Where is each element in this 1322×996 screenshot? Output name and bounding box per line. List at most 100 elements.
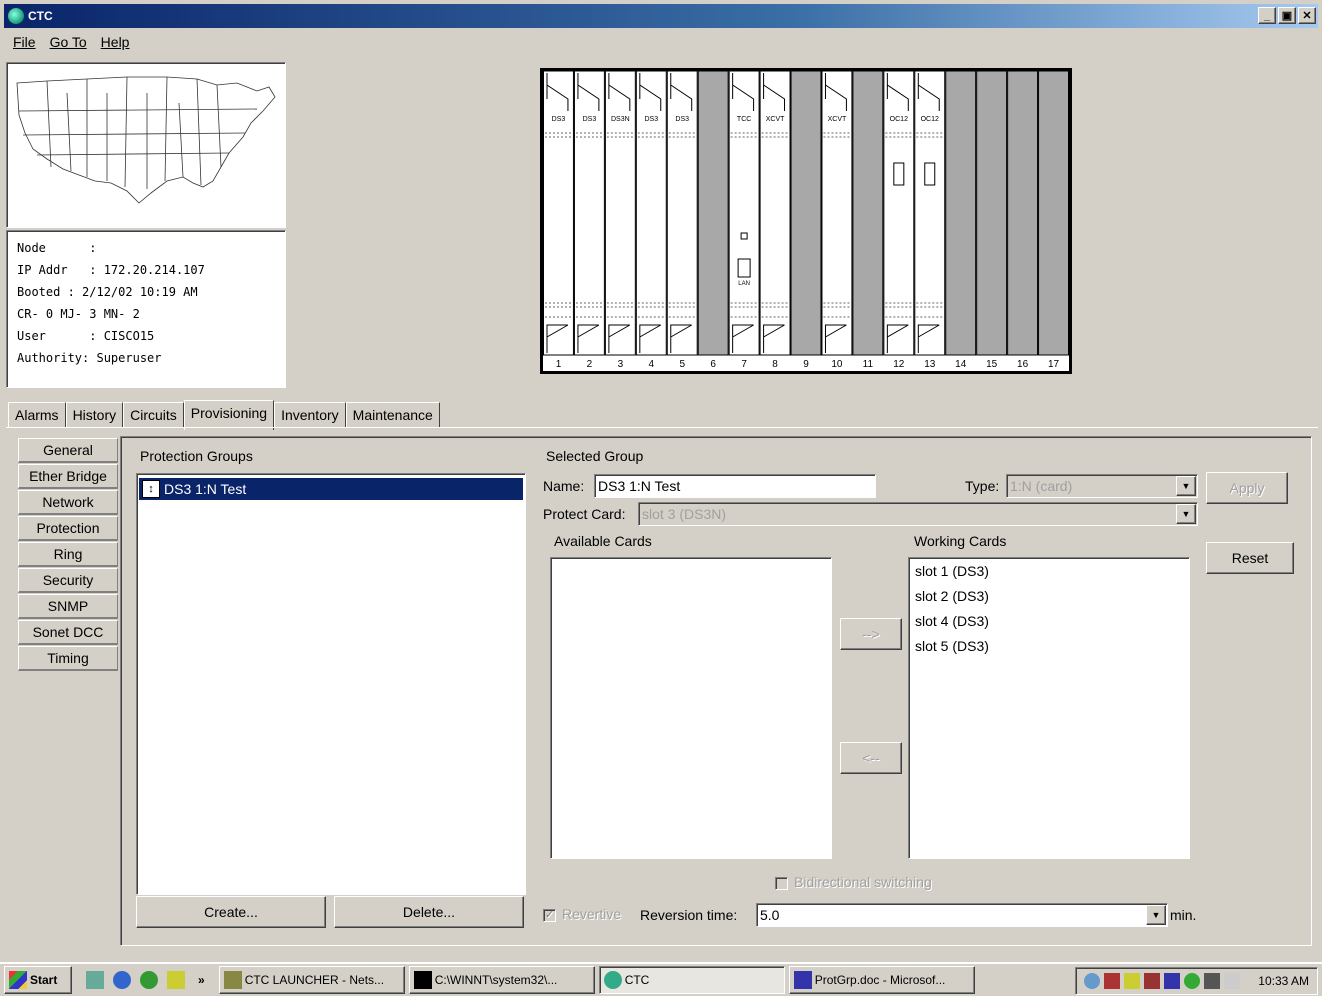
- chevron-down-icon[interactable]: ▼: [1176, 504, 1196, 524]
- chevron-down-icon[interactable]: ▼: [1146, 905, 1166, 925]
- task-ctc-launcher[interactable]: CTC LAUNCHER - Nets...: [218, 966, 405, 994]
- move-to-available-button[interactable]: <--: [840, 742, 902, 774]
- volume-icon[interactable]: [1224, 973, 1241, 989]
- slot-number: 17: [1048, 359, 1060, 370]
- task-cmd[interactable]: C:\WINNT\system32\...: [408, 966, 595, 994]
- type-value: 1:N (card): [1010, 478, 1073, 494]
- maximize-button[interactable]: ▣: [1278, 7, 1296, 24]
- slot-card-label: DS3N: [611, 116, 630, 123]
- network-map[interactable]: [6, 62, 286, 228]
- delete-button[interactable]: Delete...: [334, 896, 524, 928]
- shelf-slot-4[interactable]: DS3 4: [635, 70, 667, 370]
- chevron-icon[interactable]: »: [198, 973, 205, 987]
- subnav-ring[interactable]: Ring: [18, 542, 118, 567]
- subnav-timing[interactable]: Timing: [18, 646, 118, 671]
- shelf-slot-16[interactable]: 16: [1007, 70, 1039, 370]
- shelf-slot-11[interactable]: 11: [852, 70, 884, 370]
- shelf-slot-6[interactable]: 6: [697, 70, 729, 370]
- shelf-slot-7[interactable]: TCC LAN 7: [728, 70, 760, 370]
- explorer-icon[interactable]: [167, 971, 185, 989]
- name-field[interactable]: DS3 1:N Test: [594, 474, 876, 498]
- close-button[interactable]: ✕: [1298, 7, 1316, 24]
- launcher-icon: [223, 971, 242, 989]
- reset-button[interactable]: Reset: [1206, 542, 1294, 574]
- tab-inventory[interactable]: Inventory: [274, 402, 346, 428]
- clock: 10:33 AM: [1258, 974, 1309, 988]
- subnav-protection[interactable]: Protection: [18, 516, 118, 541]
- shelf-slot-2[interactable]: DS3 2: [573, 70, 605, 370]
- create-button[interactable]: Create...: [136, 896, 326, 928]
- shelf-slot-15[interactable]: 15: [976, 70, 1008, 370]
- slot-card-label: OC12: [890, 116, 908, 123]
- list-item[interactable]: slot 5 (DS3): [909, 633, 1189, 658]
- shelf-slot-12[interactable]: OC12 12: [883, 70, 915, 370]
- booted-line: Booted : 2/12/02 10:19 AM: [17, 285, 198, 299]
- shelf-slot-14[interactable]: 14: [945, 70, 977, 370]
- protection-group-item[interactable]: ↕ DS3 1:N Test: [139, 478, 523, 500]
- type-label: Type:: [965, 478, 1000, 494]
- subnav-general[interactable]: General: [18, 438, 118, 463]
- search-tray-icon[interactable]: [1084, 973, 1101, 989]
- protect-card-select[interactable]: slot 3 (DS3N) ▼: [638, 502, 1198, 526]
- minimize-button[interactable]: _: [1258, 7, 1276, 24]
- subnav-sonet-dcc[interactable]: Sonet DCC: [18, 620, 118, 645]
- tab-alarms[interactable]: Alarms: [8, 402, 66, 428]
- monitor-tray-icon[interactable]: [1204, 973, 1221, 989]
- move-to-working-button[interactable]: -->: [840, 618, 902, 650]
- menu-file[interactable]: File: [8, 32, 41, 52]
- shelf-view[interactable]: DS3 1 DS3 2 DS3N 3 DS3 4 DS3 5 6 TCC LAN 7 XCVT 8 9 XCVT 1…: [540, 68, 1072, 374]
- protection-groups-list[interactable]: ↕ DS3 1:N Test: [136, 473, 526, 895]
- battery-tray-icon[interactable]: [1164, 973, 1181, 989]
- tab-provisioning[interactable]: Provisioning: [183, 400, 275, 430]
- slot-card-label: DS3: [644, 116, 658, 123]
- task-word-doc[interactable]: ProtGrp.doc - Microsof...: [788, 966, 975, 994]
- shelf-slot-8[interactable]: XCVT 8: [759, 70, 791, 370]
- shelf-slot-3[interactable]: DS3N 3: [604, 70, 636, 370]
- ctc-icon: [603, 971, 622, 989]
- type-select[interactable]: 1:N (card) ▼: [1006, 474, 1198, 498]
- start-button[interactable]: Start: [4, 966, 72, 994]
- shelf-slot-10[interactable]: XCVT 10: [821, 70, 853, 370]
- bidirectional-checkbox[interactable]: [775, 876, 788, 890]
- tab-circuits[interactable]: Circuits: [123, 402, 184, 428]
- tab-history[interactable]: History: [65, 402, 124, 428]
- tab-maintenance[interactable]: Maintenance: [345, 402, 440, 428]
- title-bar[interactable]: CTC _ ▣ ✕: [4, 4, 1318, 28]
- menu-help[interactable]: Help: [96, 32, 135, 52]
- list-item[interactable]: slot 1 (DS3): [909, 558, 1189, 583]
- ie-icon[interactable]: [113, 971, 131, 989]
- media-icon[interactable]: [140, 971, 158, 989]
- revertive-checkbox[interactable]: ✓: [543, 908, 556, 922]
- working-cards-list[interactable]: slot 1 (DS3) slot 2 (DS3) slot 4 (DS3) s…: [908, 557, 1190, 859]
- reversion-time-select[interactable]: 5.0 ▼: [756, 903, 1168, 927]
- network-tray-icon[interactable]: [1124, 973, 1141, 989]
- subnav-security[interactable]: Security: [18, 568, 118, 593]
- tab-bar: Alarms History Circuits Provisioning Inv…: [8, 400, 440, 430]
- shelf-slot-9[interactable]: 9: [790, 70, 822, 370]
- bidirectional-switching-option[interactable]: Bidirectional switching: [775, 874, 932, 890]
- shelf-slot-17[interactable]: 17: [1038, 70, 1070, 370]
- chevron-down-icon[interactable]: ▼: [1176, 476, 1196, 496]
- shield-tray-icon[interactable]: [1104, 973, 1121, 989]
- task-ctc[interactable]: CTC: [598, 966, 785, 994]
- subnav-snmp[interactable]: SNMP: [18, 594, 118, 619]
- ctc-app-icon: [8, 8, 24, 24]
- app-tray-icon[interactable]: [1144, 973, 1161, 989]
- shelf-slot-1[interactable]: DS3 1: [543, 70, 574, 370]
- menu-goto[interactable]: Go To: [45, 32, 92, 52]
- revertive-option[interactable]: ✓ Revertive: [543, 906, 621, 922]
- shelf-slot-5[interactable]: DS3 5: [666, 70, 698, 370]
- subnav-ether-bridge[interactable]: Ether Bridge: [18, 464, 118, 489]
- list-item[interactable]: slot 4 (DS3): [909, 608, 1189, 633]
- apply-button[interactable]: Apply: [1206, 472, 1288, 504]
- available-cards-list[interactable]: [550, 557, 832, 859]
- slot-card-label: DS3: [552, 116, 566, 123]
- provisioning-subnav: General Ether Bridge Network Protection …: [18, 438, 118, 672]
- list-item[interactable]: slot 2 (DS3): [909, 583, 1189, 608]
- sync-tray-icon[interactable]: [1184, 973, 1201, 989]
- subnav-network[interactable]: Network: [18, 490, 118, 515]
- reversion-time-label: Reversion time:: [640, 907, 738, 923]
- shelf-slot-13[interactable]: OC12 13: [914, 70, 946, 370]
- desktop-icon[interactable]: [86, 971, 104, 989]
- slot-number: 3: [618, 359, 624, 370]
